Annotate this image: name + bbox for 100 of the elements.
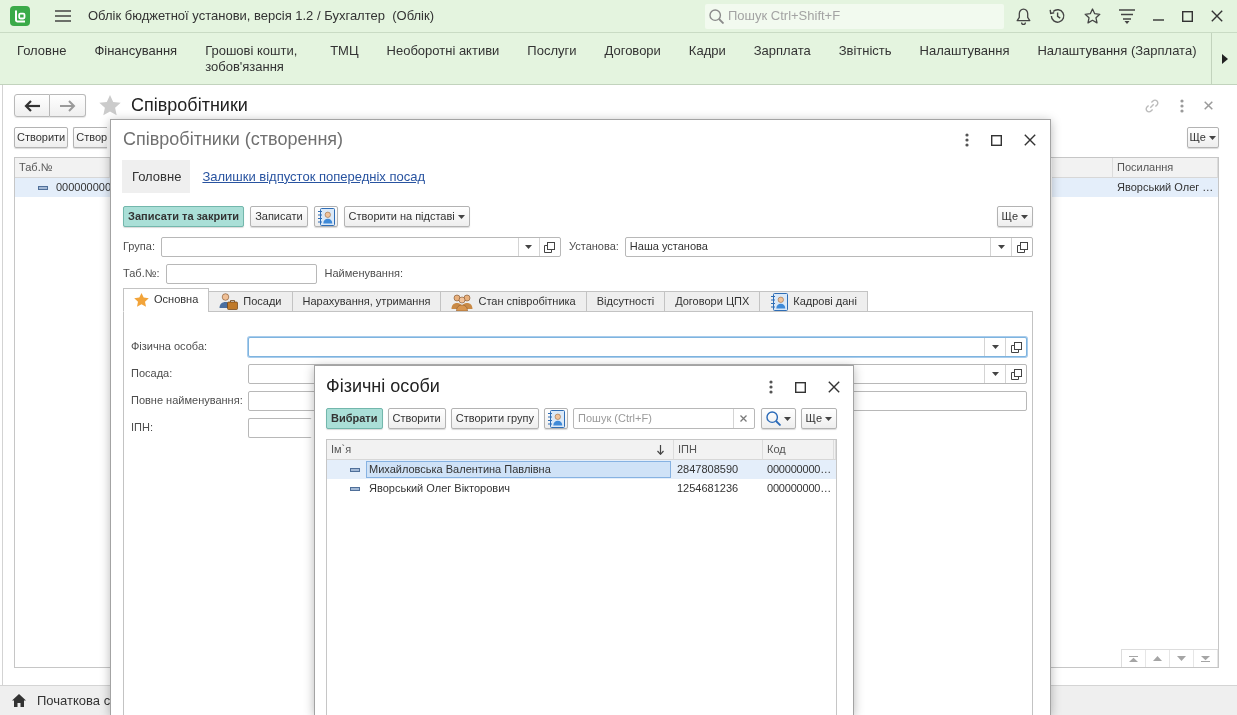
- dropdown-field[interactable]: Наша установа: [624, 237, 1033, 257]
- table-cell-text: 000000000…: [766, 461, 833, 477]
- primary-button[interactable]: Вибрати: [326, 408, 383, 429]
- tab[interactable]: Відсутності: [585, 291, 666, 312]
- column-header[interactable]: Код: [763, 440, 834, 460]
- column-header[interactable]: ІПН: [674, 440, 763, 460]
- open-icon[interactable]: [544, 241, 556, 253]
- person-card-icon: [316, 207, 335, 226]
- search-icon: [765, 411, 781, 426]
- toolbar-button[interactable]: Створити: [14, 127, 69, 148]
- column-header[interactable]: Ім`я: [327, 440, 674, 460]
- dropdown-field[interactable]: [248, 337, 1027, 357]
- search-input[interactable]: Пошук Ctrl+Shift+F: [728, 8, 1000, 24]
- close-icon[interactable]: [1211, 10, 1223, 22]
- text-input[interactable]: Наша установа: [625, 238, 990, 256]
- table-row[interactable]: Михайловська Валентина Павлівна 2847808590 000000000…: [327, 460, 836, 479]
- section-link[interactable]: Налаштування: [919, 43, 1010, 59]
- caret-icon[interactable]: [991, 372, 999, 376]
- toolbar-button[interactable]: Записати: [250, 206, 308, 227]
- more-button[interactable]: Ще: [996, 206, 1033, 227]
- column-header[interactable]: Посилання: [1113, 158, 1218, 178]
- maximize-icon[interactable]: [1182, 10, 1193, 22]
- maximize-icon[interactable]: [991, 134, 1002, 146]
- star-icon: [134, 293, 149, 307]
- back-button[interactable]: [14, 94, 50, 117]
- star-icon[interactable]: [99, 95, 121, 116]
- section-link[interactable]: Зарплата: [753, 43, 811, 59]
- toolbar-button[interactable]: Створити групу: [450, 408, 540, 429]
- table-row[interactable]: Яворський Олег Вікторович 1254681236 000000000…: [327, 479, 836, 498]
- app-logo-icon[interactable]: [10, 6, 30, 26]
- section-link[interactable]: Налаштування (Зарплата): [1037, 43, 1197, 59]
- history-icon[interactable]: [1049, 8, 1066, 24]
- toolbar-button[interactable]: Створ: [73, 127, 108, 148]
- dropdown-field[interactable]: [160, 237, 561, 257]
- table-row[interactable]: 000000000: [15, 178, 110, 197]
- field-label: Установа:: [568, 240, 619, 254]
- caret-icon: [825, 416, 832, 421]
- section-link[interactable]: Необоротні активи: [386, 43, 500, 59]
- icon-button[interactable]: [544, 408, 569, 429]
- tab[interactable]: Кадрові дані: [759, 291, 868, 312]
- section-link[interactable]: Фінансування: [94, 43, 178, 59]
- section-link[interactable]: Кадри: [688, 43, 726, 59]
- more-button[interactable]: Ще: [1186, 127, 1219, 148]
- search-field[interactable]: Пошук Ctrl+Shift+F: [705, 3, 1004, 29]
- list-caret-icon[interactable]: [1119, 8, 1135, 24]
- input-field[interactable]: [248, 418, 312, 438]
- tab[interactable]: Договори ЦПХ: [664, 291, 761, 312]
- section-link[interactable]: Послуги: [527, 43, 577, 59]
- caret-icon[interactable]: [525, 245, 533, 249]
- menu-button[interactable]: Створити на підставі: [343, 206, 470, 227]
- tab[interactable]: Посади: [208, 291, 293, 312]
- window-title: Співробітники (створення): [123, 129, 344, 151]
- home-tab[interactable]: Початкова с: [12, 692, 111, 709]
- caret-icon[interactable]: [991, 345, 999, 349]
- scroll-bottom-icon: [1201, 655, 1210, 662]
- caret-icon: [1209, 135, 1216, 140]
- table-cell: 000000000: [56, 180, 112, 195]
- field-label: Посада:: [131, 367, 174, 381]
- search-input[interactable]: Пошук (Ctrl+F): [574, 409, 733, 428]
- dash-icon: [350, 467, 360, 472]
- open-icon[interactable]: [1010, 341, 1022, 353]
- input-field[interactable]: [165, 264, 317, 284]
- search-field[interactable]: Пошук (Ctrl+F): [573, 408, 755, 429]
- tab[interactable]: Стан співробітника: [440, 291, 587, 312]
- section-link[interactable]: Договори: [604, 43, 661, 59]
- open-icon[interactable]: [1010, 368, 1022, 380]
- arrow-down-icon: [657, 444, 664, 455]
- section-link[interactable]: Звітність: [838, 43, 892, 59]
- column-header[interactable]: Таб.№: [15, 158, 110, 178]
- maximize-icon[interactable]: [795, 381, 806, 393]
- nav-tab[interactable]: Головне: [122, 160, 191, 193]
- open-icon[interactable]: [1016, 241, 1028, 253]
- window-title: Фізичні особи: [326, 376, 440, 398]
- caret-icon[interactable]: [997, 245, 1005, 249]
- tab[interactable]: Нарахування, утримання: [291, 291, 442, 312]
- icon-button[interactable]: [313, 206, 338, 227]
- bell-icon[interactable]: [1016, 7, 1031, 25]
- caret-icon: [783, 416, 791, 421]
- close-icon[interactable]: [1024, 134, 1036, 146]
- home-icon: [12, 694, 26, 707]
- more-icon[interactable]: [769, 380, 773, 394]
- more-button[interactable]: Ще: [800, 408, 837, 429]
- table-cell: Михайловська Валентина Павлівна: [366, 461, 671, 478]
- clear-icon[interactable]: [740, 415, 748, 422]
- triangle-up-icon: [1153, 656, 1162, 661]
- more-icon[interactable]: [965, 133, 969, 147]
- table-row[interactable]: Яворський Олег …: [1052, 178, 1218, 197]
- search-button[interactable]: [760, 408, 796, 429]
- primary-button[interactable]: Записати та закрити: [123, 206, 245, 227]
- section-link[interactable]: ТМЦ: [330, 43, 359, 59]
- field-label: Таб.№:: [123, 267, 160, 281]
- tab[interactable]: Основна: [123, 288, 210, 312]
- toolbar-button[interactable]: Створити: [387, 408, 446, 429]
- star-icon[interactable]: [1084, 8, 1101, 24]
- section-link[interactable]: Грошові кошти, зобов'язання: [205, 43, 303, 75]
- menu-icon[interactable]: [55, 10, 71, 22]
- person-briefcase-icon: [219, 293, 239, 310]
- nav-link[interactable]: Залишки відпусток попередніх посад: [202, 168, 425, 185]
- section-link[interactable]: Головне: [17, 43, 67, 59]
- close-icon[interactable]: [828, 381, 840, 393]
